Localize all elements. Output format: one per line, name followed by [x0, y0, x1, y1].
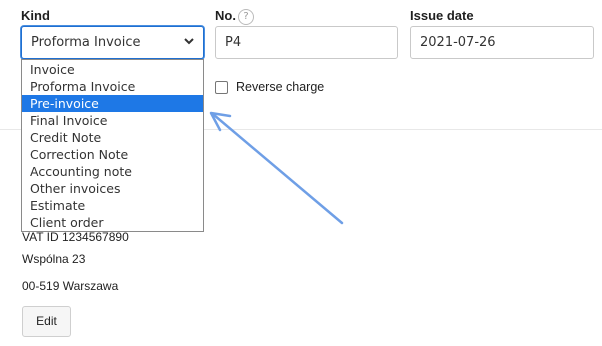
annotation-arrow	[209, 111, 344, 225]
